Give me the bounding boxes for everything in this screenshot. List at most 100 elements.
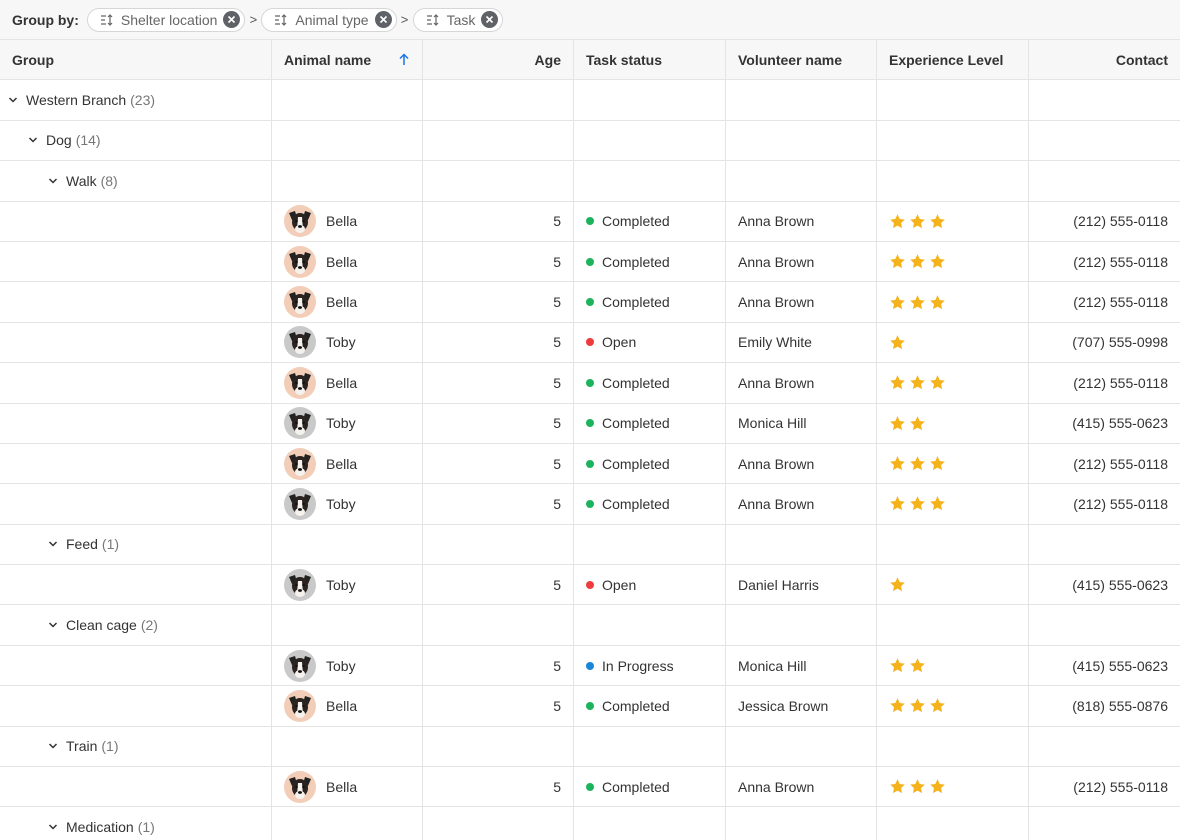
- contact-cell[interactable]: (212) 555-0118: [1029, 363, 1180, 402]
- column-header-group[interactable]: Group: [0, 40, 272, 80]
- contact-cell[interactable]: (212) 555-0118: [1029, 767, 1180, 806]
- animal-name-cell[interactable]: Bella: [272, 686, 423, 726]
- task-status-cell[interactable]: Completed: [574, 363, 726, 403]
- animal-name-cell[interactable]: Bella: [272, 241, 423, 282]
- column-header-task-status[interactable]: Task status: [574, 40, 726, 80]
- volunteer-name-cell[interactable]: Emily White: [726, 322, 877, 363]
- group-row[interactable]: Western Branch (23): [0, 80, 1180, 121]
- task-status-cell[interactable]: Completed: [574, 241, 726, 282]
- column-header-volunteer-name[interactable]: Volunteer name: [726, 40, 877, 80]
- group-toggle[interactable]: Train (1): [48, 738, 119, 754]
- volunteer-name-cell[interactable]: Daniel Harris: [726, 565, 877, 605]
- table-row[interactable]: Toby 5 Completed Anna Brown (212) 555-0118: [0, 484, 1180, 525]
- task-status-cell[interactable]: In Progress: [574, 645, 726, 686]
- contact-cell[interactable]: (212) 555-0118: [1029, 282, 1180, 321]
- table-row[interactable]: Bella 5 Completed Anna Brown (212) 555-0118: [0, 201, 1180, 242]
- task-status-cell[interactable]: Completed: [574, 484, 726, 524]
- table-row[interactable]: Bella 5 Completed Anna Brown (212) 555-0118: [0, 241, 1180, 283]
- table-row[interactable]: Bella 5 Completed Anna Brown (212) 555-0118: [0, 282, 1180, 323]
- experience-level-cell[interactable]: [877, 484, 1029, 524]
- group-row[interactable]: Train (1): [0, 726, 1180, 768]
- animal-name-cell[interactable]: Bella: [272, 363, 423, 403]
- remove-chip-icon[interactable]: [481, 11, 499, 28]
- table-row[interactable]: Toby 5 In Progress Monica Hill (415) 555-062…: [0, 645, 1180, 687]
- age-cell[interactable]: 5: [423, 363, 574, 403]
- group-row[interactable]: Clean cage (2): [0, 605, 1180, 646]
- column-header-age[interactable]: Age: [423, 40, 574, 80]
- volunteer-name-cell[interactable]: Monica Hill: [726, 645, 877, 686]
- contact-cell[interactable]: (415) 555-0623: [1029, 404, 1180, 443]
- age-cell[interactable]: 5: [423, 241, 574, 282]
- volunteer-name-cell[interactable]: Anna Brown: [726, 484, 877, 524]
- column-header-animal-name[interactable]: Animal name: [272, 40, 423, 80]
- group-row[interactable]: Feed (1): [0, 524, 1180, 566]
- animal-name-cell[interactable]: Toby: [272, 403, 423, 443]
- task-status-cell[interactable]: Completed: [574, 767, 726, 807]
- experience-level-cell[interactable]: [877, 282, 1029, 322]
- group-toggle[interactable]: Feed (1): [48, 536, 119, 552]
- volunteer-name-cell[interactable]: Jessica Brown: [726, 686, 877, 726]
- animal-name-cell[interactable]: Toby: [272, 322, 423, 363]
- volunteer-name-cell[interactable]: Anna Brown: [726, 282, 877, 322]
- contact-cell[interactable]: (818) 555-0876: [1029, 686, 1180, 725]
- task-status-cell[interactable]: Open: [574, 322, 726, 363]
- contact-cell[interactable]: (212) 555-0118: [1029, 242, 1180, 281]
- task-status-cell[interactable]: Completed: [574, 443, 726, 484]
- table-row[interactable]: Bella 5 Completed Anna Brown (212) 555-0118: [0, 767, 1180, 808]
- experience-level-cell[interactable]: [877, 565, 1029, 605]
- task-status-cell[interactable]: Completed: [574, 686, 726, 726]
- task-status-cell[interactable]: Completed: [574, 201, 726, 241]
- experience-level-cell[interactable]: [877, 767, 1029, 807]
- task-status-cell[interactable]: Completed: [574, 403, 726, 443]
- task-status-cell[interactable]: Open: [574, 565, 726, 605]
- age-cell[interactable]: 5: [423, 282, 574, 322]
- age-cell[interactable]: 5: [423, 201, 574, 241]
- group-toggle[interactable]: Walk (8): [48, 173, 118, 189]
- table-row[interactable]: Bella 5 Completed Anna Brown (212) 555-0118: [0, 363, 1180, 404]
- group-chip-animal-type[interactable]: Animal type: [261, 7, 397, 32]
- column-header-contact[interactable]: Contact: [1029, 40, 1180, 79]
- task-status-cell[interactable]: Completed: [574, 282, 726, 322]
- contact-cell[interactable]: (212) 555-0118: [1029, 444, 1180, 483]
- column-header-experience-level[interactable]: Experience Level: [877, 40, 1029, 80]
- group-row[interactable]: Dog (14): [0, 120, 1180, 162]
- volunteer-name-cell[interactable]: Anna Brown: [726, 443, 877, 484]
- group-toggle[interactable]: Western Branch (23): [8, 92, 155, 108]
- age-cell[interactable]: 5: [423, 767, 574, 807]
- volunteer-name-cell[interactable]: Anna Brown: [726, 363, 877, 403]
- experience-level-cell[interactable]: [877, 686, 1029, 726]
- group-toggle[interactable]: Dog (14): [28, 132, 101, 148]
- table-row[interactable]: Bella 5 Completed Anna Brown (212) 555-0118: [0, 443, 1180, 485]
- experience-level-cell[interactable]: [877, 363, 1029, 403]
- experience-level-cell[interactable]: [877, 322, 1029, 363]
- experience-level-cell[interactable]: [877, 241, 1029, 282]
- age-cell[interactable]: 5: [423, 322, 574, 363]
- experience-level-cell[interactable]: [877, 443, 1029, 484]
- group-row[interactable]: Walk (8): [0, 161, 1180, 202]
- contact-cell[interactable]: (707) 555-0998: [1029, 323, 1180, 362]
- age-cell[interactable]: 5: [423, 443, 574, 484]
- animal-name-cell[interactable]: Bella: [272, 767, 423, 807]
- experience-level-cell[interactable]: [877, 403, 1029, 443]
- age-cell[interactable]: 5: [423, 484, 574, 524]
- group-toggle[interactable]: Medication (1): [48, 819, 155, 835]
- table-row[interactable]: Bella 5 Completed Jessica Brown (818) 555-08…: [0, 686, 1180, 727]
- animal-name-cell[interactable]: Bella: [272, 443, 423, 484]
- contact-cell[interactable]: (415) 555-0623: [1029, 646, 1180, 685]
- volunteer-name-cell[interactable]: Anna Brown: [726, 201, 877, 241]
- animal-name-cell[interactable]: Bella: [272, 282, 423, 322]
- table-row[interactable]: Toby 5 Open Emily White (707) 555-0998: [0, 322, 1180, 364]
- remove-chip-icon[interactable]: [374, 11, 392, 28]
- volunteer-name-cell[interactable]: Anna Brown: [726, 767, 877, 807]
- experience-level-cell[interactable]: [877, 645, 1029, 686]
- table-row[interactable]: Toby 5 Open Daniel Harris (415) 555-0623: [0, 565, 1180, 606]
- age-cell[interactable]: 5: [423, 645, 574, 686]
- contact-cell[interactable]: (415) 555-0623: [1029, 565, 1180, 604]
- animal-name-cell[interactable]: Toby: [272, 484, 423, 524]
- contact-cell[interactable]: (212) 555-0118: [1029, 484, 1180, 523]
- age-cell[interactable]: 5: [423, 565, 574, 605]
- table-row[interactable]: Toby 5 Completed Monica Hill (415) 555-0623: [0, 403, 1180, 444]
- group-chip-task[interactable]: Task: [412, 7, 504, 32]
- animal-name-cell[interactable]: Bella: [272, 201, 423, 241]
- group-toggle[interactable]: Clean cage (2): [48, 617, 158, 633]
